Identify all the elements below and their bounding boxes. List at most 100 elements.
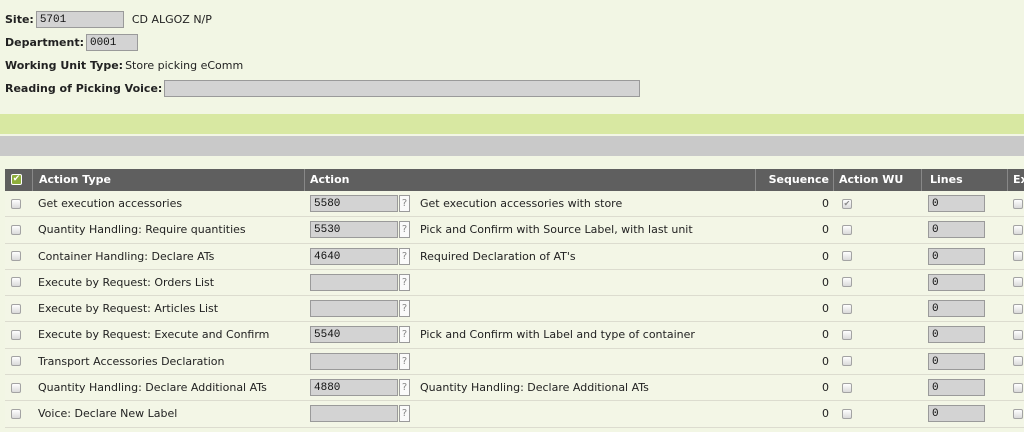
- lines-input[interactable]: 0: [928, 300, 985, 318]
- toolbar-band: [0, 114, 1024, 134]
- lines-input[interactable]: 0: [928, 326, 985, 344]
- ex-checkbox[interactable]: [1013, 303, 1023, 314]
- action-wu-checkbox[interactable]: [842, 224, 852, 235]
- sequence-value: 0: [822, 381, 829, 395]
- site-row: Site: 5701 CD ALGOZ N/P: [5, 8, 640, 31]
- row-select-checkbox[interactable]: [11, 356, 21, 367]
- row-select-checkbox[interactable]: [11, 251, 21, 262]
- action-wu-checkbox[interactable]: [842, 408, 852, 419]
- action-code-input[interactable]: 4880: [310, 379, 398, 397]
- select-all-checkbox[interactable]: ✔: [11, 174, 22, 185]
- action-type-cell: Execute by Request: Orders List: [38, 270, 304, 295]
- row-select-checkbox[interactable]: [11, 303, 21, 314]
- action-wu-checkbox[interactable]: [842, 382, 852, 393]
- ex-checkbox[interactable]: [1013, 251, 1023, 262]
- lines-input[interactable]: 0: [928, 379, 985, 397]
- table-row: Execute by Request: Articles List ? 0 0: [5, 296, 1024, 323]
- action-type-text: Get execution accessories: [38, 197, 183, 210]
- ex-checkbox[interactable]: [1013, 382, 1023, 393]
- sequence-value: 0: [822, 249, 829, 263]
- site-label: Site:: [5, 13, 34, 26]
- sequence-value: 0: [822, 223, 829, 237]
- action-code-input[interactable]: [310, 405, 398, 423]
- ex-checkbox[interactable]: [1013, 329, 1023, 340]
- department-input[interactable]: 0001: [85, 34, 138, 51]
- lines-input[interactable]: 0: [928, 405, 985, 423]
- action-code-input[interactable]: 5580: [310, 195, 398, 212]
- ex-checkbox[interactable]: [1013, 277, 1023, 288]
- table-row: Get execution accessories 5580 ? Get exe…: [5, 191, 1024, 218]
- row-select-checkbox[interactable]: [11, 408, 21, 419]
- header-lines[interactable]: Lines: [921, 169, 1007, 191]
- action-type-cell: Execute by Request: Execute and Confirm: [38, 322, 304, 347]
- row-select-checkbox[interactable]: [11, 198, 21, 209]
- help-lookup-button[interactable]: ?: [399, 221, 410, 239]
- help-lookup-button[interactable]: ?: [399, 352, 410, 370]
- action-wu-checkbox[interactable]: [842, 303, 852, 314]
- action-description: Quantity Handling: Declare Additional AT…: [420, 381, 649, 395]
- action-type-cell: Quantity Handling: Require quantities: [38, 217, 304, 242]
- row-select-checkbox[interactable]: [11, 329, 21, 340]
- actions-table: ✔ Action Type Action Sequence Action WU …: [5, 169, 1024, 428]
- action-description: Get execution accessories with store: [420, 197, 623, 210]
- action-code-input[interactable]: 4640: [310, 247, 398, 265]
- help-lookup-button[interactable]: ?: [399, 273, 410, 291]
- help-lookup-button[interactable]: ?: [399, 300, 410, 318]
- help-lookup-button[interactable]: ?: [399, 405, 410, 423]
- action-wu-checkbox[interactable]: ✔: [842, 198, 852, 209]
- ex-checkbox[interactable]: [1013, 198, 1023, 209]
- site-name: CD ALGOZ N/P: [131, 13, 212, 26]
- action-type-cell: Voice: Declare New Label: [38, 401, 304, 426]
- lines-input[interactable]: 0: [928, 247, 985, 265]
- action-type-text: Quantity Handling: Require quantities: [38, 223, 246, 237]
- action-code-input[interactable]: [310, 273, 398, 291]
- action-code-input[interactable]: 5540: [310, 326, 398, 344]
- action-wu-checkbox[interactable]: [842, 251, 852, 262]
- lines-input[interactable]: 0: [928, 221, 985, 239]
- action-wu-checkbox[interactable]: [842, 277, 852, 288]
- header-ex[interactable]: Ex: [1007, 169, 1024, 191]
- header-sequence[interactable]: Sequence: [755, 169, 833, 191]
- department-label: Department:: [5, 36, 84, 49]
- action-type-cell: Get execution accessories: [38, 191, 304, 216]
- row-select-checkbox[interactable]: [11, 277, 21, 288]
- action-wu-checkbox[interactable]: [842, 329, 852, 340]
- lines-input[interactable]: 0: [928, 273, 985, 291]
- site-input[interactable]: 5701: [35, 11, 124, 28]
- ex-checkbox[interactable]: [1013, 224, 1023, 235]
- action-type-text: Container Handling: Declare ATs: [38, 249, 215, 263]
- action-type-text: Execute by Request: Articles List: [38, 302, 219, 316]
- action-code-input[interactable]: [310, 352, 398, 370]
- lines-input[interactable]: 0: [928, 352, 985, 370]
- reading-picking-voice-input[interactable]: [164, 80, 641, 97]
- ex-checkbox[interactable]: [1013, 408, 1023, 419]
- header-action-wu[interactable]: Action WU: [833, 169, 921, 191]
- header-action[interactable]: Action: [304, 169, 755, 191]
- help-lookup-button[interactable]: ?: [399, 326, 410, 344]
- help-lookup-button[interactable]: ?: [399, 379, 410, 397]
- sequence-value: 0: [822, 354, 829, 368]
- help-lookup-button[interactable]: ?: [399, 195, 410, 212]
- working-unit-type-label: Working Unit Type:: [5, 59, 124, 72]
- table-row: Container Handling: Declare ATs 4640 ? R…: [5, 243, 1024, 270]
- header-action-type[interactable]: Action Type: [32, 169, 304, 191]
- row-select-checkbox[interactable]: [11, 382, 21, 393]
- table-row: Quantity Handling: Require quantities 55…: [5, 217, 1024, 244]
- reading-row: Reading of Picking Voice:: [5, 77, 641, 100]
- row-select-checkbox[interactable]: [11, 224, 21, 235]
- working-unit-type-value: Store picking eComm: [125, 59, 244, 72]
- table-row: Execute by Request: Execute and Confirm …: [5, 322, 1024, 349]
- help-lookup-button[interactable]: ?: [399, 247, 410, 265]
- action-code-input[interactable]: 5530: [310, 221, 398, 239]
- action-type-cell: Transport Accessories Declaration: [38, 349, 304, 374]
- lines-input[interactable]: 0: [928, 195, 985, 212]
- sequence-value: 0: [822, 197, 829, 210]
- department-row: Department: 0001: [5, 31, 640, 54]
- action-wu-checkbox[interactable]: [842, 356, 852, 367]
- working-unit-type-row: Working Unit Type: Store picking eComm: [5, 54, 640, 77]
- separator-band: [0, 136, 1024, 156]
- ex-checkbox[interactable]: [1013, 356, 1023, 367]
- action-description: Pick and Confirm with Label and type of …: [420, 328, 695, 342]
- action-code-input[interactable]: [310, 300, 398, 318]
- action-type-text: Transport Accessories Declaration: [38, 354, 225, 368]
